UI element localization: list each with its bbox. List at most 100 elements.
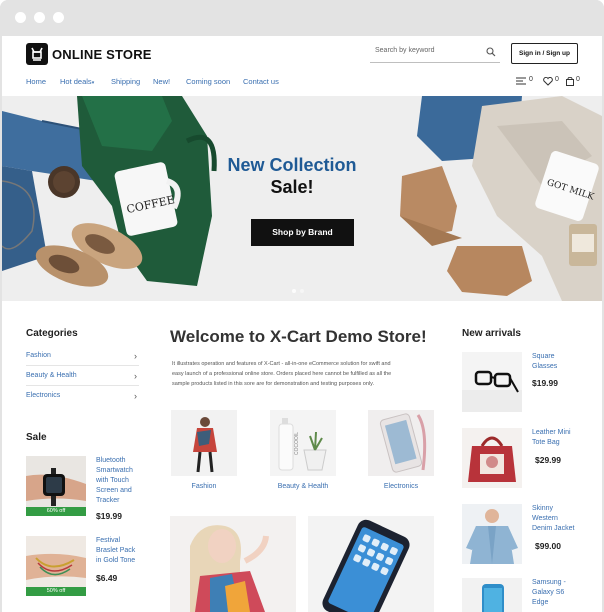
- search-icon[interactable]: [486, 47, 496, 57]
- product-name-line: with Touch: [96, 477, 129, 484]
- category-tile-caption[interactable]: Fashion: [154, 483, 254, 490]
- nav-contact-us[interactable]: Contact us: [243, 77, 279, 86]
- product-image-tote-bag[interactable]: [462, 428, 522, 488]
- product-name-smartwatch[interactable]: Bluetooth Smartwatch with Touch Screen a…: [96, 456, 133, 506]
- hero-text-block: New Collection Sale!: [182, 154, 402, 198]
- hero-image: COFFEE GOT MILK: [2, 96, 602, 301]
- category-tile-beauty[interactable]: COCOOIL: [270, 410, 336, 476]
- nav-new[interactable]: New!: [153, 77, 170, 86]
- product-image-bracelet[interactable]: 50% off: [26, 536, 86, 596]
- chevron-right-icon: ›: [134, 371, 137, 381]
- product-image-galaxy[interactable]: [462, 578, 522, 612]
- product-name-line: Glasses: [532, 363, 558, 370]
- featured-banner-fashion[interactable]: [170, 516, 296, 612]
- product-name-line: Braslet Pack: [96, 547, 136, 554]
- store-logo-icon[interactable]: [26, 43, 48, 65]
- product-name-line: Tracker: [96, 497, 120, 504]
- product-name-line: Galaxy S6: [532, 589, 565, 596]
- product-name-line: Skinny: [532, 505, 554, 512]
- window-dot-2[interactable]: [34, 12, 45, 23]
- category-link-electronics[interactable]: Electronics ›: [26, 386, 139, 406]
- discount-badge: 60% off: [26, 507, 86, 516]
- compare-icon: [516, 77, 526, 85]
- nav-coming-soon[interactable]: Coming soon: [186, 77, 230, 86]
- nav-shipping[interactable]: Shipping: [111, 77, 140, 86]
- hero-title: New Collection: [227, 155, 357, 175]
- denim-jacket-image: [462, 504, 522, 564]
- nav-hot-deals[interactable]: Hot deals▾: [60, 77, 94, 86]
- category-tile-caption[interactable]: Electronics: [351, 483, 451, 490]
- category-label: Beauty & Health: [26, 372, 77, 379]
- chevron-down-icon: ▾: [91, 80, 95, 86]
- intro-text: It illustrates operation and features of…: [172, 359, 428, 389]
- carousel-dots: [292, 289, 312, 293]
- signin-button[interactable]: Sign in / Sign up: [511, 43, 578, 64]
- product-image-glasses[interactable]: [462, 352, 522, 412]
- chevron-right-icon: ›: [134, 391, 137, 401]
- product-name-line: Tote Bag: [532, 439, 560, 446]
- chevron-right-icon: ›: [134, 351, 137, 361]
- carousel-dot-2[interactable]: [300, 289, 304, 293]
- category-label: Fashion: [26, 352, 51, 359]
- product-name-denim-jacket[interactable]: Skinny Western Denim Jacket: [532, 504, 574, 534]
- product-name-bracelet[interactable]: Festival Braslet Pack in Gold Tone: [96, 536, 135, 566]
- window-dot-3[interactable]: [53, 12, 64, 23]
- phone-image: [308, 516, 434, 612]
- product-name-line: Denim Jacket: [532, 525, 575, 532]
- product-name-line: Leather Mini: [532, 429, 571, 436]
- category-link-beauty[interactable]: Beauty & Health ›: [26, 366, 139, 386]
- heart-icon: [543, 77, 553, 86]
- intro-line: sample products listed in this sore are …: [172, 381, 374, 387]
- featured-banner-electronics[interactable]: [308, 516, 434, 612]
- product-price: $19.99: [532, 378, 558, 388]
- shop-by-brand-button[interactable]: Shop by Brand: [251, 219, 354, 246]
- product-price: $6.49: [96, 573, 118, 583]
- hero-banner[interactable]: COFFEE GOT MILK New Collection Sale! Sho…: [2, 96, 602, 301]
- tote-bag-image: [462, 428, 522, 488]
- electronics-image: [368, 410, 434, 476]
- page-viewport: ONLINE STORE Search by keyword Sign in /…: [2, 36, 602, 612]
- category-tile-caption[interactable]: Beauty & Health: [253, 483, 353, 490]
- product-name-line: Edge: [532, 599, 549, 606]
- categories-heading: Categories: [26, 328, 78, 339]
- browser-title-bar: [0, 0, 604, 36]
- product-name-galaxy[interactable]: Samsung - Galaxy S6 Edge: [532, 578, 566, 608]
- browser-window: ONLINE STORE Search by keyword Sign in /…: [0, 0, 604, 612]
- product-name-line: Western: [532, 515, 558, 522]
- product-name-line: Square: [532, 353, 555, 360]
- sale-heading: Sale: [26, 432, 47, 443]
- product-name-line: Samsung -: [532, 579, 566, 586]
- intro-line: It illustrates operation and features of…: [172, 361, 391, 367]
- category-tile-electronics[interactable]: [368, 410, 434, 476]
- intro-line: easy launch of a professional online sto…: [172, 371, 392, 377]
- category-label: Electronics: [26, 392, 61, 399]
- search-input[interactable]: Search by keyword: [370, 44, 500, 63]
- fashion-model-image: [170, 516, 296, 612]
- bottle-label: COCOOIL: [294, 432, 300, 455]
- page-title: Welcome to X-Cart Demo Store!: [170, 327, 427, 346]
- product-image-smartwatch[interactable]: 60% off: [26, 456, 86, 516]
- nav-home[interactable]: Home: [26, 77, 46, 86]
- bag-icon: [566, 77, 574, 86]
- product-image-denim-jacket[interactable]: [462, 504, 522, 564]
- galaxy-phone-image: [462, 578, 522, 612]
- product-price: $99.00: [535, 541, 561, 551]
- beauty-image: COCOOIL: [270, 410, 336, 476]
- carousel-dot-1[interactable]: [292, 289, 296, 293]
- product-price: $19.99: [96, 511, 122, 521]
- nav-hot-deals-label: Hot deals: [60, 77, 92, 86]
- window-dot-1[interactable]: [15, 12, 26, 23]
- cart-count: 0: [576, 76, 580, 83]
- new-arrivals-heading: New arrivals: [462, 328, 521, 339]
- product-name-tote-bag[interactable]: Leather Mini Tote Bag: [532, 428, 571, 448]
- product-name-line: Festival: [96, 537, 121, 544]
- product-price: $29.99: [535, 455, 561, 465]
- category-link-fashion[interactable]: Fashion ›: [26, 346, 139, 366]
- compare-count: 0: [529, 76, 533, 83]
- store-logo-text[interactable]: ONLINE STORE: [52, 47, 152, 62]
- search-placeholder: Search by keyword: [375, 47, 435, 54]
- wishlist-count: 0: [555, 76, 559, 83]
- product-name-glasses[interactable]: Square Glasses: [532, 352, 557, 372]
- category-tile-fashion[interactable]: [171, 410, 237, 476]
- product-name-line: Screen and: [96, 487, 132, 494]
